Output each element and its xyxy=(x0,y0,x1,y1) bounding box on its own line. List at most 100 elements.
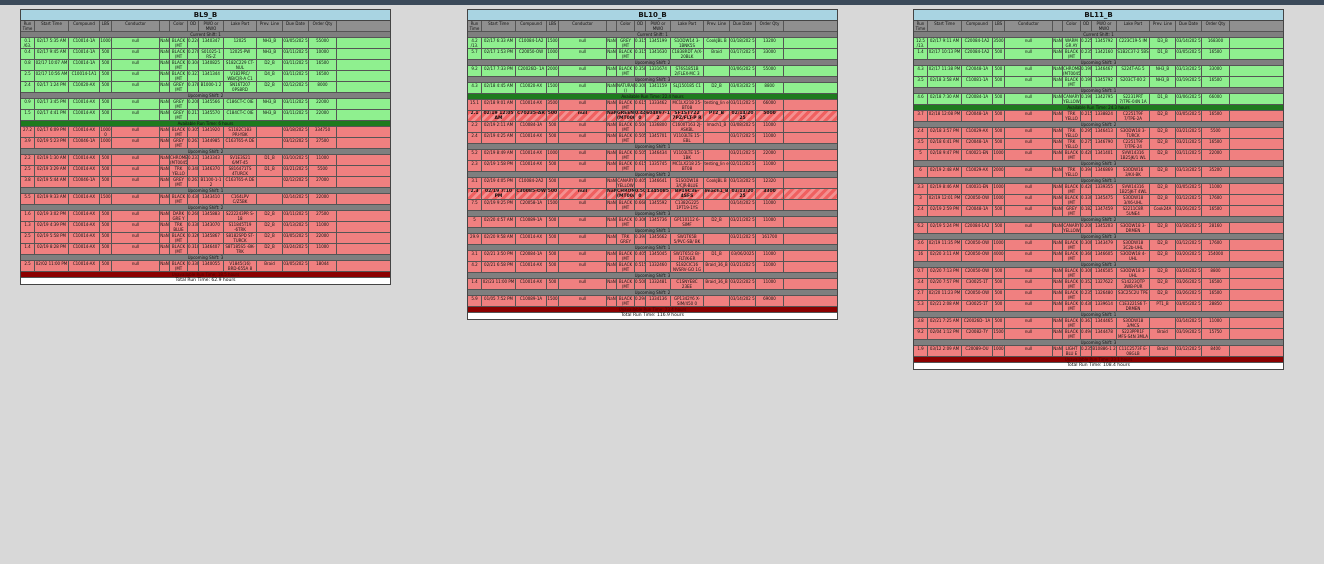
column-header[interactable]: Due Date xyxy=(730,21,756,31)
column-header[interactable]: Prev. Line xyxy=(1150,21,1176,31)
column-header[interactable]: Color xyxy=(1063,21,1081,31)
table-row[interactable]: 5.5 02/19 9:33 AM C10014-AX 1500 null NaN BLAC… xyxy=(21,194,390,205)
table-row[interactable]: 2.5 02/02 11:00 PM C10014-AX 500 null NaN BLAC… xyxy=(21,261,390,272)
table-row[interactable]: 5.3 02/21 2:08 AM C30025-1T 500 null NaN BLACK… xyxy=(914,301,1283,312)
column-header[interactable]: PWO or MWO xyxy=(1092,21,1117,31)
column-header[interactable]: Start Time xyxy=(928,21,962,31)
column-header[interactable] xyxy=(160,21,170,31)
column-header[interactable]: Run Time xyxy=(21,21,35,31)
table-row[interactable]: 0.9 02/17 3:45 PM C10014-AX 500 null NaN GREY … xyxy=(21,99,390,110)
table-row[interactable]: 4.6 02/18 7:30 AM C20084-1A 500 null NaN CANAR… xyxy=(914,94,1283,105)
table-row[interactable]: 5 02/20 4:57 AM C10089-1A 500 null NaN BLACK (… xyxy=(468,217,837,228)
table-row[interactable]: 3.1 02/21 3:50 PM C20084-1A 500 null NaN BLACK… xyxy=(468,251,837,262)
column-header[interactable]: Compound xyxy=(516,21,547,31)
column-header[interactable]: Prev. Line xyxy=(704,21,730,31)
table-row[interactable]: 2.4 02/19 2:59 PM C20048-1A 500 null NaN GREY … xyxy=(914,206,1283,217)
table-row[interactable]: 3 02/19 12:01 PM C20050-OW 1000 null NaN BLACK… xyxy=(914,195,1283,206)
table-row[interactable]: 2.2 02/19 2:11 AM C10084-3A 500 null NaN BLACK… xyxy=(468,122,837,133)
table-row[interactable]: 1.4 02/17 10:13 PM C20084-1A2 500 null NaN BLA… xyxy=(914,49,1283,60)
column-header[interactable]: Start Time xyxy=(482,21,516,31)
column-header[interactable]: OD xyxy=(635,21,646,31)
column-header[interactable]: Color xyxy=(617,21,635,31)
table-row[interactable]: 2.1 02/19 12:05 AM C70235-AR 500 null NaN GREE… xyxy=(468,111,837,122)
table-row[interactable]: 0.7 02/20 7:13 PM C20050-OW 500 null NaN BLACK… xyxy=(914,268,1283,279)
column-header[interactable]: PWO or MWO xyxy=(199,21,224,31)
table-row[interactable]: 1.3 02/19 4:39 PM C10014-AX 500 null NaN TRK B… xyxy=(21,222,390,233)
column-header[interactable]: Color xyxy=(170,21,188,31)
table-row[interactable]: 6.2 02/19 5:24 PM C20084-1A2 500 null NaN CANA… xyxy=(914,223,1283,234)
table-row[interactable]: 1.6 02/19 3:02 PM C10014-AX 500 null NaN DARK … xyxy=(21,211,390,222)
table-row[interactable]: 16 02/20 3:11 AM C20050-OW 4000 null NaN BLACK… xyxy=(914,251,1283,262)
table-cell: BLACK (MT 0000) xyxy=(170,49,188,59)
table-row[interactable]: 2.4 02/18 3:57 PM C10029-AX 500 null NaN TRK Y… xyxy=(914,128,1283,139)
column-header[interactable]: Conductor xyxy=(559,21,607,31)
table-row[interactable]: 0.8 02/17 10:07 AM C10014-1A 500 null NaN BLAC… xyxy=(21,60,390,71)
column-header[interactable]: OD xyxy=(1081,21,1092,31)
column-header[interactable] xyxy=(607,21,617,31)
table-row[interactable]: 4.3 02/18 4:45 AM C10020-AX 1500 null NaN NATU… xyxy=(468,83,837,94)
column-header[interactable]: LBS xyxy=(993,21,1005,31)
table-row[interactable]: 5 02/18 9:47 PM C40021-EN 1000 null NaN BLACK … xyxy=(914,150,1283,161)
column-header[interactable]: Start Time xyxy=(35,21,69,31)
table-row[interactable]: 9.2 02/04 1:12 PM C20082-7Y 1500 null NaN BLAC… xyxy=(914,329,1283,340)
column-header[interactable]: Conductor xyxy=(112,21,160,31)
table-row[interactable]: 12.5 /13. 02/17 9:11 AM C20084-1A2 3500 null… xyxy=(914,38,1283,49)
column-header[interactable] xyxy=(1053,21,1063,31)
column-header[interactable]: Due Date xyxy=(1176,21,1202,31)
column-header[interactable]: Lake Part xyxy=(1117,21,1150,31)
table-row[interactable]: 3.5 02/18 3:58 AM C10081-1A 500 null NaN BLACK… xyxy=(914,77,1283,88)
table-row[interactable]: 27.2 02/17 6:09 PM C10014-AX 1000 0 null NaN B… xyxy=(21,127,390,138)
column-header[interactable]: Prev. Line xyxy=(257,21,283,31)
column-header[interactable]: Order Qty xyxy=(1202,21,1230,31)
column-header[interactable]: Run Time xyxy=(914,21,928,31)
table-row[interactable]: 3.6 02/19 11:35 PM C20050-OW 1000 null NaN BLA… xyxy=(914,240,1283,251)
table-row[interactable]: 1.4 02/23 11:00 PM C10014-AX 500 null NaN BLAC… xyxy=(468,279,837,290)
column-header[interactable]: Due Date xyxy=(283,21,309,31)
table-row[interactable]: 15.1 02/18 9:01 AM C10014-AX 3500 null NaN BLA… xyxy=(468,100,837,111)
table-row[interactable]: 2.3 02/19 1:58 PM C10014-AX 500 null NaN BLACK… xyxy=(468,161,837,172)
column-header[interactable]: Lake Part xyxy=(671,21,704,31)
table-row[interactable]: 5.7 02/17 1:53 PM C20050-OW 1000 null NaN BLAC… xyxy=(468,49,837,60)
table-row[interactable]: 2.4 02/17 1:24 PM C10020-AX 500 null NaN GREY … xyxy=(21,82,390,93)
table-row[interactable]: 3.9 02/19 5:23 PM C10046-1A 1000 null NaN GREY… xyxy=(21,138,390,149)
column-header[interactable]: Conductor xyxy=(1005,21,1053,31)
table-row[interactable]: 3.5 02/18 6:41 PM C20048-1A 500 null NaN TRK Y… xyxy=(914,139,1283,150)
table-row[interactable]: 0.4 02/17 9:45 AM C10014-1A 500 null NaN BLACK… xyxy=(21,49,390,60)
column-header[interactable]: OD xyxy=(188,21,199,31)
table-row[interactable]: 2.7 02/20 11:23 PM C20050-OW 500 null NaN BLAC… xyxy=(914,290,1283,301)
table-row[interactable]: 9.2 02/17 7:33 PM C20026D- 1A 2000 null NaN BL… xyxy=(468,66,837,77)
column-header[interactable]: Order Qty xyxy=(756,21,784,31)
table-row[interactable]: 2.302/19 7:10 PMC30085-OW500nullNaNCHROM… xyxy=(468,189,837,200)
table-row[interactable]: 2.2 02/19 1:30 AM C10014-AX 500 null NaN CHROM… xyxy=(21,155,390,166)
column-header[interactable]: Compound xyxy=(69,21,100,31)
table-row[interactable]: 5.9 01/05 7:52 PM C10089-1A 1500 null NaN BLAC… xyxy=(468,296,837,307)
table-row[interactable]: 6 02/19 2:48 AM C10029-AX 2000 null NaN TRK YE… xyxy=(914,167,1283,178)
column-header[interactable]: PWO or MWO xyxy=(646,21,671,31)
table-row[interactable]: 2.5 02/19 5:58 PM C10014-AX 500 null NaN BLACK… xyxy=(21,233,390,244)
table-row[interactable]: 2.5 02/17 10:56 AM C10014-1A1 500 null NaN BLA… xyxy=(21,71,390,82)
table-row[interactable]: 3.4 02/20 7:57 PM C30025-1T 500 null NaN BLACK… xyxy=(914,279,1283,290)
table-row[interactable]: 1.9 03/12 2:09 AM C20089-OU 1000 null NaN LIGH… xyxy=(914,346,1283,357)
table-row[interactable]: 5.2 02/19 8:49 AM C10014-AX 1000 null NaN BLAC… xyxy=(468,150,837,161)
column-header[interactable]: LBS xyxy=(100,21,112,31)
column-header[interactable]: Order Qty xyxy=(309,21,337,31)
table-row[interactable]: 4.3 02/17 11:38 PM C20048-1A 500 null NaN CHRO… xyxy=(914,66,1283,77)
table-row[interactable]: 7.5 02/19 9:25 PM C20058-1A 1500 null NaN BLAC… xyxy=(468,200,837,211)
column-header[interactable]: LBS xyxy=(547,21,559,31)
column-header[interactable]: Compound xyxy=(962,21,993,31)
table-row[interactable]: 29.9 02/20 9:58 AM C10014-AX 500 null NaN TRK … xyxy=(468,234,837,245)
table-row[interactable]: 3.3 02/19 8:46 AM C40031-EN 1000 null NaN BLAC… xyxy=(914,184,1283,195)
table-row[interactable]: 4.2 02/21 6:58 PM C10014-AX 500 null NaN BLACK… xyxy=(468,262,837,273)
table-row[interactable]: 1.4 02/19 8:28 PM C10014-AX 500 null NaN BLACK… xyxy=(21,244,390,255)
table-row[interactable]: 2.4 02/19 4:25 AM C10014-AX 500 null NaN BLACK… xyxy=(468,133,837,144)
table-row[interactable]: 1.5 02/17 4:41 PM C10014-AX 500 null NaN GREY … xyxy=(21,110,390,121)
column-header[interactable]: Run Time xyxy=(468,21,482,31)
table-row[interactable]: 3.7 02/18 12:08 PM C20048-1A 500 null NaN TRK … xyxy=(914,111,1283,122)
table-row[interactable]: 0.1 /63. 02/17 5:35 AM C10014-1A 1000 null Na… xyxy=(21,38,390,49)
table-row[interactable]: 4.2 /13. 02/17 6:33 AM C10084-1A2 1500 null N… xyxy=(468,38,837,49)
table-row[interactable]: 3.8 02/21 7:25 AM C20026D- 1A 500 null NaN BLA… xyxy=(914,318,1283,329)
table-row[interactable]: 3.8 02/19 5:44 AM C10046-1A 500 null NaN GREY … xyxy=(21,177,390,188)
table-row[interactable]: 2.5 02/19 3:29 AM C10014-AX 500 null NaN TRK Y… xyxy=(21,166,390,177)
table-row[interactable]: 3.1 02/19 4:05 PM C10084-2A2 500 null NaN CANA… xyxy=(468,178,837,189)
column-header[interactable]: Lake Part xyxy=(224,21,257,31)
